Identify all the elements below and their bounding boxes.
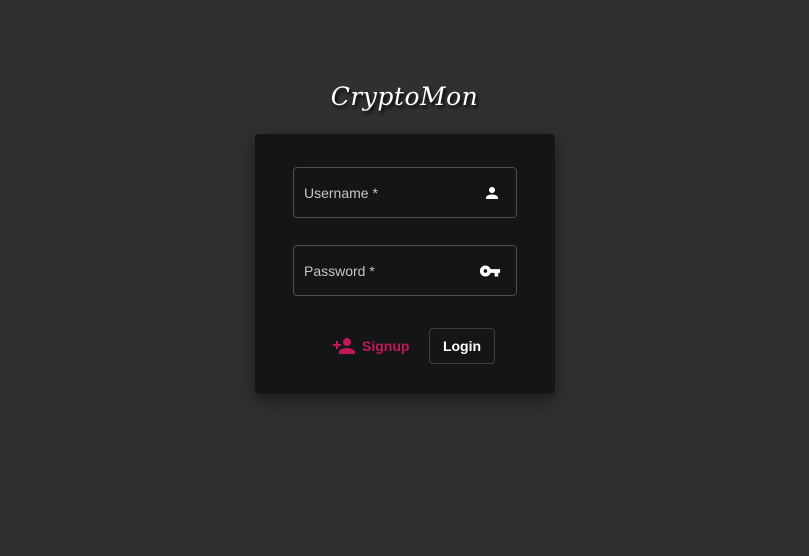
signup-button[interactable]: Signup: [328, 328, 413, 364]
key-icon: [479, 260, 501, 282]
login-card: Signup Login: [255, 134, 555, 394]
username-field[interactable]: [293, 167, 517, 218]
app-title: CryptoMon: [330, 82, 479, 111]
password-input[interactable]: [294, 246, 464, 295]
form-actions: Signup Login: [255, 328, 555, 364]
person-add-icon: [332, 334, 356, 358]
username-input[interactable]: [294, 168, 464, 217]
person-icon: [483, 184, 501, 202]
signup-label: Signup: [362, 338, 410, 354]
password-field[interactable]: [293, 245, 517, 296]
login-button[interactable]: Login: [429, 328, 495, 364]
